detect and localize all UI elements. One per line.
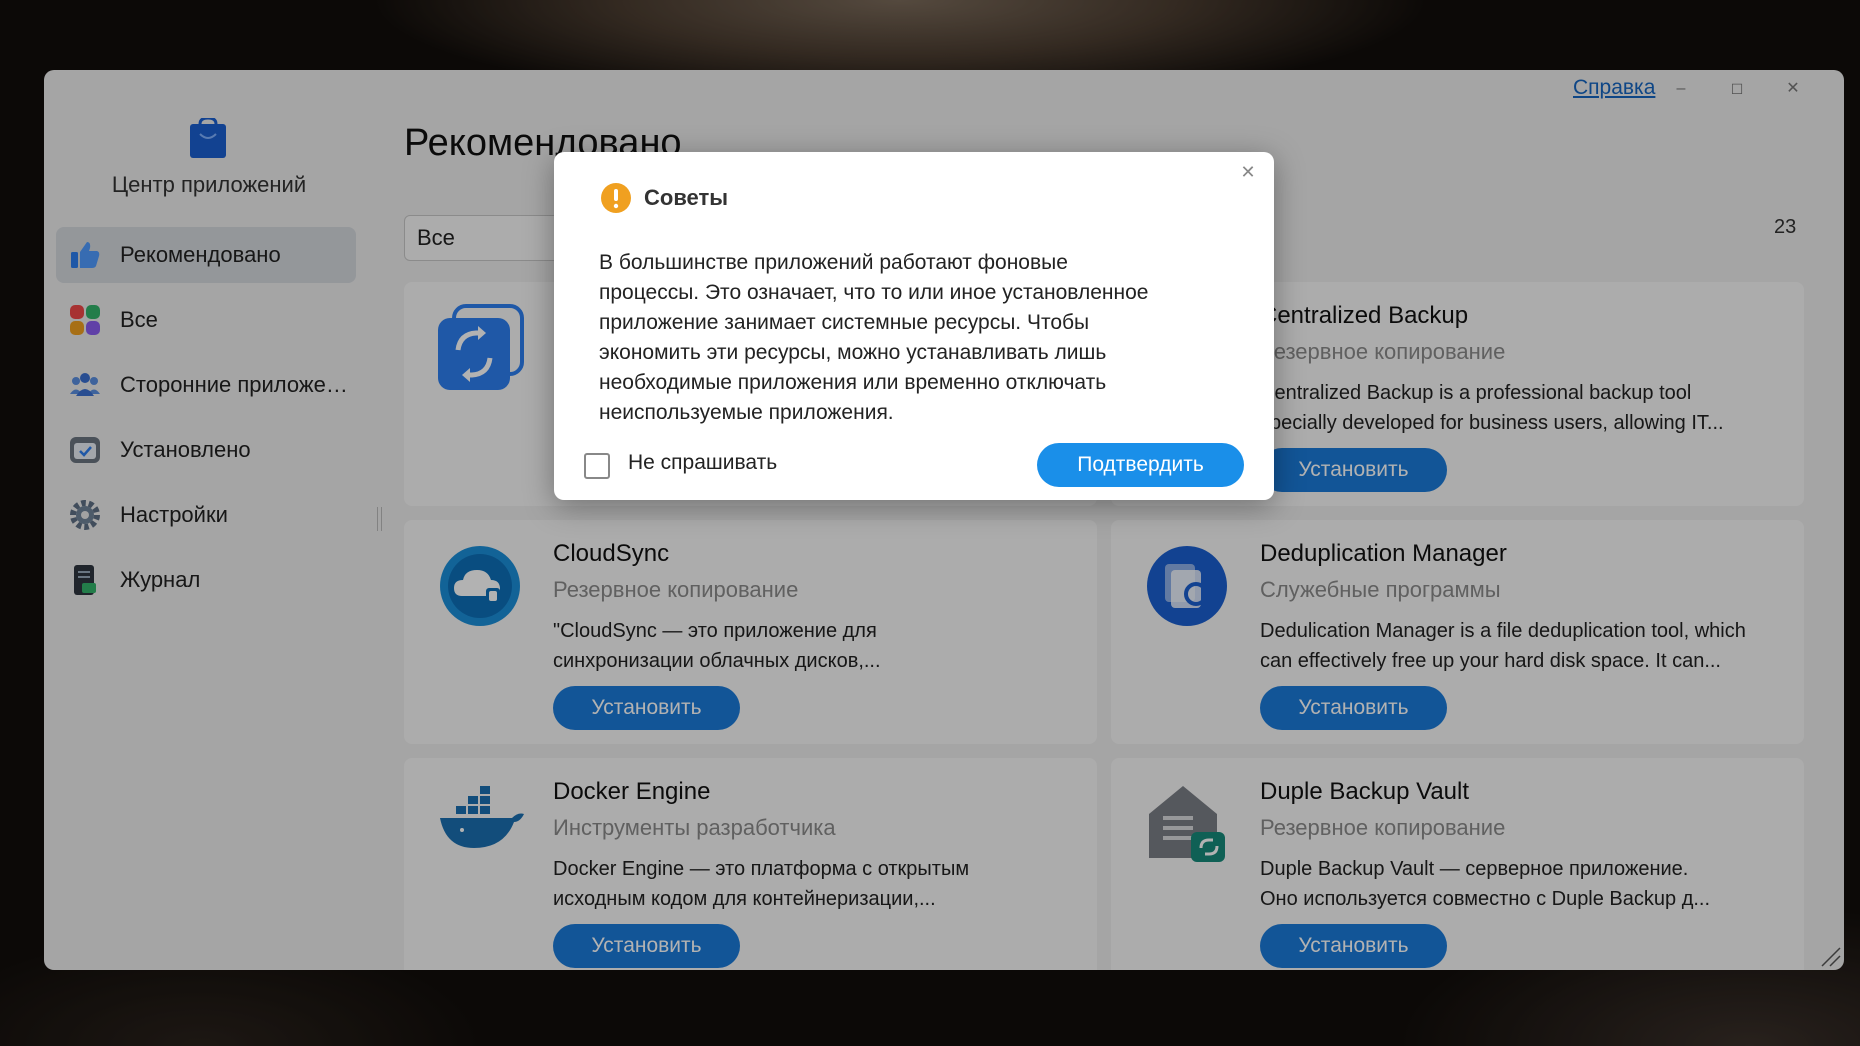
dialog-close-button[interactable]: ✕ [1236, 160, 1260, 184]
dialog-message-line: экономить эти ресурсы, можно устанавлива… [599, 341, 1107, 364]
dialog-message: В большинстве приложений работают фоновы… [599, 248, 1229, 428]
dont-ask-label[interactable]: Не спрашивать [628, 451, 777, 475]
dialog-message-line: приложение занимает системные ресурсы. Ч… [599, 311, 1090, 334]
warning-icon [601, 183, 631, 213]
dialog-message-line: необходимые приложения или временно откл… [599, 371, 1107, 394]
dialog-title: Советы [644, 185, 729, 210]
dialog-message-line: процессы. Это означает, что то или иное … [599, 281, 1149, 304]
dialog-message-line: неиспользуемые приложения. [599, 401, 894, 424]
confirm-button[interactable]: Подтвердить [1037, 443, 1244, 487]
dont-ask-checkbox[interactable] [584, 453, 610, 479]
tips-dialog: ✕ Советы В большинстве приложений работа… [554, 152, 1274, 500]
dialog-message-line: В большинстве приложений работают фоновы… [599, 251, 1068, 274]
